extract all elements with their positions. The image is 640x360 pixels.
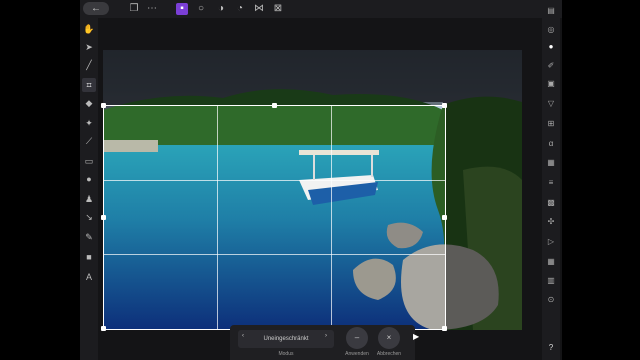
grid-line-h2 (104, 254, 445, 255)
stock-icon[interactable]: ≡ (545, 177, 557, 189)
top-toolbar: ← ❐ ⋯ ▪ ○ ◑ ◔ ⋈ ⊠ (80, 0, 562, 18)
mode-selector[interactable]: ‹ Uneingeschränkt › (238, 330, 334, 348)
crop-handle-right[interactable] (442, 215, 447, 220)
letterbox-left (0, 0, 80, 360)
color-icon[interactable]: ● (545, 41, 557, 53)
chevron-right-icon[interactable]: › (325, 333, 327, 339)
liquify-icon[interactable]: ⋈ (253, 3, 265, 15)
crop-handle-bottom-left[interactable] (101, 326, 106, 331)
grid-line-v1 (217, 106, 218, 329)
crop-context-toolbar: ‹ Uneingeschränkt › Modus – Anwenden × A… (230, 325, 415, 360)
brush-tool-icon[interactable]: ⟋ (82, 134, 96, 148)
export-icon[interactable]: ⊠ (272, 3, 284, 15)
grid-icon[interactable]: ▦ (545, 256, 557, 268)
shape-tool-icon[interactable]: ■ (82, 250, 96, 264)
crop-handle-top-left[interactable] (101, 103, 106, 108)
text-tool-icon[interactable]: A (82, 270, 96, 284)
adjustments-icon[interactable]: ◎ (545, 24, 557, 36)
crop-handle-left[interactable] (101, 215, 106, 220)
develop-icon[interactable]: ◔ (234, 3, 246, 15)
effects-icon[interactable]: ▽ (545, 98, 557, 110)
library-icon[interactable]: ▥ (545, 275, 557, 287)
crop-shade-top (103, 50, 446, 105)
help-icon[interactable]: ? (545, 342, 557, 354)
smudge-tool-icon[interactable]: ↘ (82, 210, 96, 224)
back-button[interactable]: ← (83, 2, 109, 15)
right-studio-bar: ▤ ◎ ● ✐ ▣ ▽ ⊞ α ▦ ≡ ▩ ✣ ▷ ▦ ▥ ⊙ ? (542, 0, 560, 360)
cancel-label: Abbrechen (376, 351, 402, 357)
mode-value: Uneingeschränkt (263, 336, 309, 342)
fill-tool-icon[interactable]: ◆ (82, 96, 96, 110)
left-toolbar: ✋ ➤ ╱ ⌗ ◆ ✦ ⟋ ▭ ● ♟ ↘ ✎ ■ A (80, 18, 98, 360)
color-picker-icon[interactable]: ╱ (82, 58, 96, 72)
assets-icon[interactable]: ▩ (545, 197, 557, 209)
crop-shade-right (446, 50, 522, 330)
crop-handle-top-right[interactable] (442, 103, 447, 108)
move-tool-icon[interactable]: ➤ (82, 40, 96, 54)
image-canvas[interactable] (101, 50, 522, 331)
cancel-button[interactable]: × (378, 327, 400, 349)
macro-icon[interactable]: ▷ (545, 236, 557, 248)
hand-tool-icon[interactable]: ✋ (82, 22, 96, 36)
transform-icon[interactable]: ▣ (545, 78, 557, 90)
apply-button[interactable]: – (346, 327, 368, 349)
letterbox-right (562, 0, 640, 360)
navigator-icon[interactable]: ⊞ (545, 118, 557, 130)
flood-select-icon[interactable]: ✦ (82, 116, 96, 130)
more-icon[interactable]: ⋯ (146, 3, 158, 15)
grid-line-v2 (331, 106, 332, 329)
channels-icon[interactable]: ▦ (545, 157, 557, 169)
layers-icon[interactable]: ▤ (545, 5, 557, 17)
circle-icon[interactable]: ○ (195, 3, 207, 15)
pen-tool-icon[interactable]: ✎ (82, 230, 96, 244)
dodge-tool-icon[interactable]: ● (82, 172, 96, 186)
history-icon[interactable]: α (545, 138, 557, 150)
crop-rectangle[interactable] (101, 103, 447, 331)
eraser-tool-icon[interactable]: ▭ (82, 154, 96, 168)
clone-tool-icon[interactable]: ♟ (82, 192, 96, 206)
pixel-persona-icon[interactable]: ▪ (176, 3, 188, 15)
crop-handle-top[interactable] (272, 103, 277, 108)
app-window: ← ❐ ⋯ ▪ ○ ◑ ◔ ⋈ ⊠ ✋ ➤ ╱ ⌗ ◆ ✦ ⟋ ▭ ● ♟ ↘ … (80, 0, 562, 360)
brushes-icon[interactable]: ✐ (545, 60, 557, 72)
grid-line-h1 (104, 180, 445, 181)
play-icon[interactable]: ▶ (413, 332, 419, 341)
crop-handle-bottom-right[interactable] (442, 326, 447, 331)
mode-label: Modus (278, 351, 294, 357)
styles-icon[interactable]: ✣ (545, 216, 557, 228)
tone-map-icon[interactable]: ◑ (215, 3, 227, 15)
info-icon[interactable]: ⊙ (545, 294, 557, 306)
document-icon[interactable]: ❐ (128, 3, 140, 15)
crop-tool-icon[interactable]: ⌗ (82, 78, 96, 92)
